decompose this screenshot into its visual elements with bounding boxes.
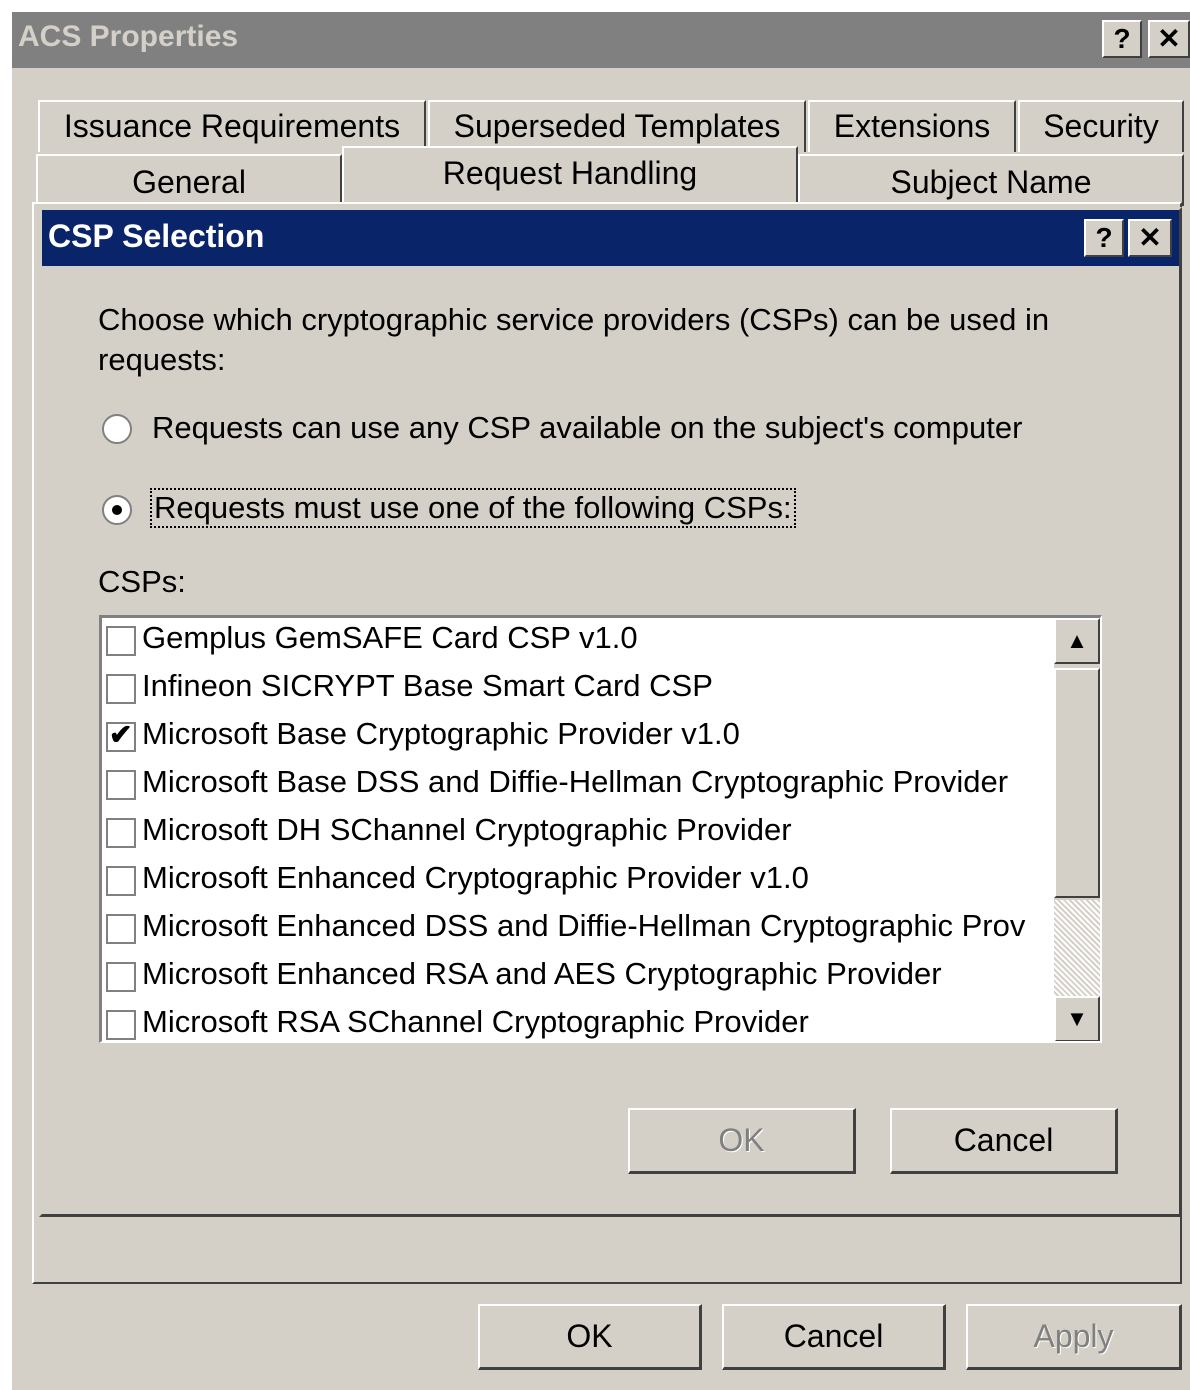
radio-selected-dot (112, 505, 122, 515)
tab-subject-name[interactable]: Subject Name (798, 154, 1184, 206)
csp-checkbox[interactable] (106, 866, 136, 896)
window-titlebar[interactable]: ACS Properties ? ✕ (12, 12, 1190, 68)
properties-window: ACS Properties ? ✕ Issuance Requirements… (12, 12, 1190, 1390)
scroll-up-icon[interactable]: ▲ (1054, 618, 1100, 664)
csp-checkbox[interactable] (106, 818, 136, 848)
dialog-close-icon[interactable]: ✕ (1128, 219, 1172, 257)
csp-checkbox[interactable] (106, 674, 136, 704)
dialog-help-icon[interactable]: ? (1084, 219, 1124, 257)
csp-checkbox[interactable] (106, 770, 136, 800)
csp-item-label: Microsoft Enhanced DSS and Diffie-Hellma… (142, 908, 1026, 943)
tab-label: Extensions (833, 108, 991, 144)
tab-label: Security (1043, 108, 1159, 144)
dialog-ok-button[interactable]: OK (628, 1108, 856, 1174)
tab-label: Subject Name (890, 164, 1092, 200)
tab-general[interactable]: General (36, 154, 342, 206)
tab-superseded-templates[interactable]: Superseded Templates (428, 100, 806, 152)
tab-label: Request Handling (442, 155, 698, 191)
csp-item-label: Microsoft RSA SChannel Cryptographic Pro… (142, 1004, 809, 1039)
csp-checkbox[interactable] (106, 1010, 136, 1040)
ok-button[interactable]: OK (478, 1304, 702, 1370)
csp-item-label: Infineon SICRYPT Base Smart Card CSP (142, 668, 713, 703)
csp-checkbox[interactable]: ✔ (106, 719, 136, 752)
csp-list-scrollbar[interactable]: ▲ ▼ (1054, 618, 1100, 1041)
help-icon[interactable]: ? (1102, 20, 1142, 58)
csp-checkbox[interactable] (106, 914, 136, 944)
csp-checkbox[interactable] (106, 962, 136, 992)
csps-label: CSPs: (98, 564, 186, 599)
dialog-title: CSP Selection (48, 218, 265, 254)
dialog-titlebar[interactable]: CSP Selection ? ✕ (42, 210, 1179, 266)
csp-checkbox[interactable] (106, 626, 136, 656)
radio-specific-csps[interactable] (102, 495, 132, 525)
csp-selection-dialog: CSP Selection ? ✕ Choose which cryptogra… (39, 207, 1182, 1217)
cancel-button[interactable]: Cancel (722, 1304, 946, 1370)
radio-specific-csps-label[interactable]: Requests must use one of the following C… (150, 488, 796, 528)
csp-item-label: Microsoft Enhanced Cryptographic Provide… (142, 860, 809, 895)
radio-any-csp[interactable] (102, 414, 132, 444)
apply-button[interactable]: Apply (966, 1304, 1182, 1370)
window-title: ACS Properties (18, 20, 239, 53)
scroll-thumb[interactable] (1054, 668, 1100, 898)
tab-issuance-requirements[interactable]: Issuance Requirements (38, 100, 426, 152)
tab-security[interactable]: Security (1018, 100, 1184, 152)
csp-item-label: Microsoft Base Cryptographic Provider v1… (142, 716, 740, 751)
tab-label: Superseded Templates (453, 108, 781, 144)
radio-any-csp-label[interactable]: Requests can use any CSP available on th… (152, 410, 1022, 446)
tab-request-handling[interactable]: Request Handling (342, 146, 798, 206)
checkmark-icon: ✔ (109, 719, 133, 750)
csp-item-label: Microsoft Base DSS and Diffie-Hellman Cr… (142, 764, 1009, 799)
dialog-cancel-button[interactable]: Cancel (890, 1108, 1118, 1174)
csp-item-label: Microsoft DH SChannel Cryptographic Prov… (142, 812, 792, 847)
tab-label: Issuance Requirements (63, 108, 401, 144)
tab-extensions[interactable]: Extensions (808, 100, 1016, 152)
dialog-description-cont: requests: (98, 342, 226, 377)
csp-list[interactable]: Gemplus GemSAFE Card CSP v1.0 Infineon SI… (99, 615, 1102, 1043)
tab-label: General (132, 164, 246, 200)
dialog-description: Choose which cryptographic service provi… (98, 302, 1050, 337)
close-icon[interactable]: ✕ (1148, 20, 1190, 58)
scroll-track[interactable] (1054, 900, 1100, 996)
csp-item-label: Gemplus GemSAFE Card CSP v1.0 (142, 620, 638, 655)
csp-item-label: Microsoft Enhanced RSA and AES Cryptogra… (142, 956, 942, 991)
scroll-down-icon[interactable]: ▼ (1054, 996, 1100, 1041)
